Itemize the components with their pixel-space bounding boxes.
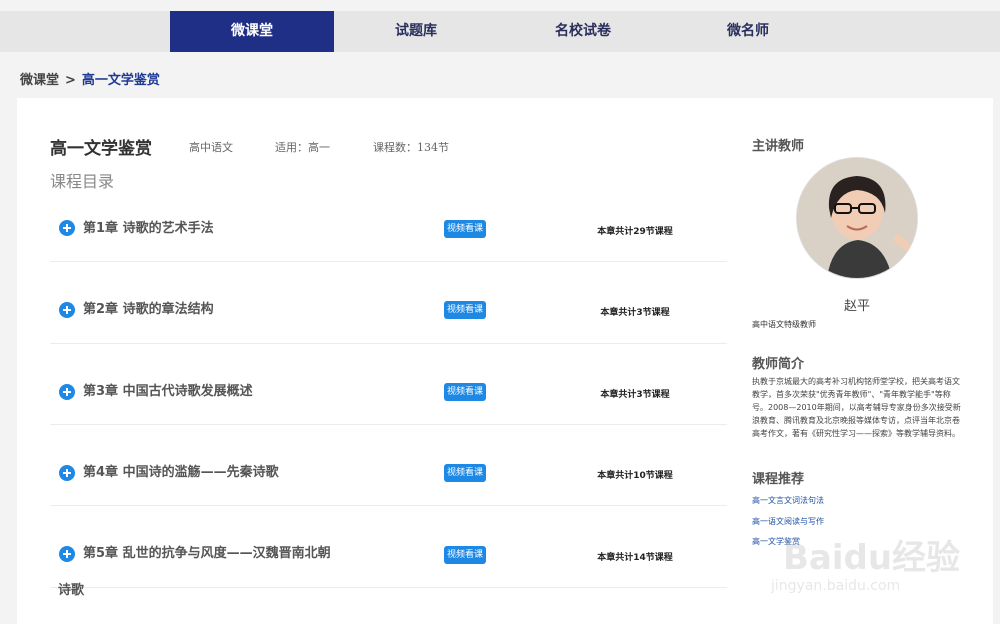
watermark-brand: Baidu经验 <box>783 538 961 578</box>
chapter-lesson-count: 本章共计14节课程 <box>597 553 673 563</box>
video-lesson-button[interactable]: 视频看课 <box>444 546 486 564</box>
chapter-lesson-count: 本章共计3节课程 <box>600 390 670 400</box>
chapter-row: 第5章 乱世的抗争与风度——汉魏晋南北朝 视频看课 本章共计14节课程 <box>50 506 727 588</box>
teacher-avatar <box>796 157 918 279</box>
chapter-name-continued: 诗歌 <box>58 583 85 598</box>
watermark-url: jingyan.baidu.com <box>771 578 901 594</box>
teacher-role: 高中语文特级教师 <box>752 320 816 329</box>
tab-question-bank[interactable]: 试题库 <box>334 11 498 52</box>
course-subject: 高中语文 <box>189 141 233 154</box>
chapter-row: 第4章 中国诗的滥觞——先秦诗歌 视频看课 本章共计10节课程 <box>50 424 727 506</box>
intro-heading: 教师简介 <box>752 357 805 372</box>
recommend-link[interactable]: 高一文言文词法句法 <box>752 495 824 506</box>
breadcrumb-home[interactable]: 微课堂 <box>20 73 59 88</box>
breadcrumb-current[interactable]: 高一文学鉴赏 <box>82 73 160 88</box>
course-title: 高一文学鉴赏 <box>50 139 152 159</box>
tab-micro-class[interactable]: 微课堂 <box>170 11 334 52</box>
video-lesson-button[interactable]: 视频看课 <box>444 220 486 238</box>
expand-plus-icon[interactable] <box>59 465 75 481</box>
chapter-row: 第3章 中国古代诗歌发展概述 视频看课 本章共计3节课程 <box>50 343 727 425</box>
course-grade: 适用：高一 <box>275 141 330 154</box>
breadcrumb: 微课堂 > 高一文学鉴赏 <box>20 69 160 88</box>
teacher-photo-icon <box>797 158 917 278</box>
chapter-lesson-count: 本章共计29节课程 <box>597 227 673 237</box>
chapter-name[interactable]: 第4章 中国诗的滥觞——先秦诗歌 <box>83 466 279 479</box>
chapter-lesson-count: 本章共计3节课程 <box>600 308 670 318</box>
chapter-name[interactable]: 第2章 诗歌的章法结构 <box>83 303 214 316</box>
expand-plus-icon[interactable] <box>59 220 75 236</box>
tab-famous-teachers[interactable]: 微名师 <box>668 11 828 52</box>
teacher-intro: 执教于京城最大的高考补习机构铭师堂学校，把关高考语文教学，首多次荣获"优秀青年教… <box>752 377 961 438</box>
video-lesson-button[interactable]: 视频看课 <box>444 464 486 482</box>
chapter-row: 第2章 诗歌的章法结构 视频看课 本章共计3节课程 <box>50 262 727 344</box>
teacher-heading: 主讲教师 <box>752 139 805 154</box>
teacher-name: 赵平 <box>843 299 870 314</box>
chapter-lesson-count: 本章共计10节课程 <box>597 471 673 481</box>
baidu-watermark: Baidu经验 jingyan.baidu.com <box>765 520 980 610</box>
chapter-name[interactable]: 第5章 乱世的抗争与风度——汉魏晋南北朝 <box>83 547 331 560</box>
chapter-row: 第1章 诗歌的艺术手法 视频看课 本章共计29节课程 <box>50 180 727 262</box>
breadcrumb-separator: > <box>65 73 76 88</box>
expand-plus-icon[interactable] <box>59 546 75 562</box>
expand-plus-icon[interactable] <box>59 302 75 318</box>
chapter-name[interactable]: 第3章 中国古代诗歌发展概述 <box>83 385 253 398</box>
tab-school-papers[interactable]: 名校试卷 <box>498 11 668 52</box>
course-lesson-count: 课程数：134节 <box>373 141 449 154</box>
video-lesson-button[interactable]: 视频看课 <box>444 383 486 401</box>
chapter-name[interactable]: 第1章 诗歌的艺术手法 <box>83 222 214 235</box>
expand-plus-icon[interactable] <box>59 384 75 400</box>
top-nav: 微课堂 试题库 名校试卷 微名师 <box>0 11 1000 52</box>
recommend-heading: 课程推荐 <box>752 472 805 487</box>
video-lesson-button[interactable]: 视频看课 <box>444 301 486 319</box>
